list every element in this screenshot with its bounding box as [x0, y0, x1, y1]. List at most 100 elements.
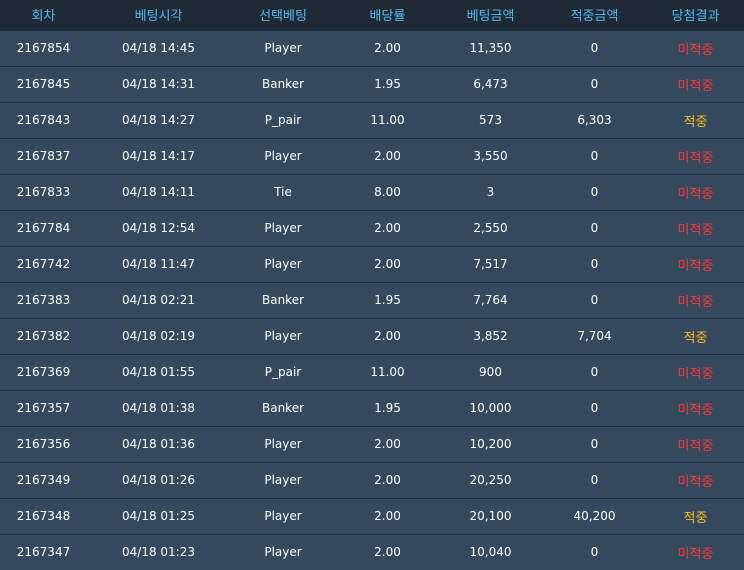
- cell-result: 미적중: [647, 425, 744, 462]
- cell-round: 2167383: [0, 281, 87, 318]
- cell-bet-amount: 7,764: [439, 281, 542, 318]
- cell-round: 2167837: [0, 137, 87, 174]
- cell-odds: 2.00: [336, 497, 439, 534]
- cell-selection: Player: [230, 317, 336, 354]
- cell-win-amount: 0: [542, 65, 647, 102]
- cell-bet-time: 04/18 14:45: [87, 29, 230, 66]
- table-row: 2167369 04/18 01:55 P_pair 11.00 900 0 미…: [0, 353, 744, 390]
- cell-win-amount: 0: [542, 389, 647, 426]
- table-row: 2167348 04/18 01:25 Player 2.00 20,100 4…: [0, 497, 744, 534]
- table-row: 2167833 04/18 14:11 Tie 8.00 3 0 미적중: [0, 173, 744, 210]
- table-row: 2167382 04/18 02:19 Player 2.00 3,852 7,…: [0, 317, 744, 354]
- cell-round: 2167369: [0, 353, 87, 390]
- cell-round: 2167382: [0, 317, 87, 354]
- cell-win-amount: 40,200: [542, 497, 647, 534]
- cell-round: 2167784: [0, 209, 87, 246]
- cell-selection: Player: [230, 497, 336, 534]
- table-row: 2167742 04/18 11:47 Player 2.00 7,517 0 …: [0, 245, 744, 282]
- cell-odds: 1.95: [336, 281, 439, 318]
- cell-selection: P_pair: [230, 353, 336, 390]
- cell-bet-time: 04/18 14:31: [87, 65, 230, 102]
- cell-bet-time: 04/18 14:17: [87, 137, 230, 174]
- cell-result: 미적중: [647, 533, 744, 570]
- table-row: 2167349 04/18 01:26 Player 2.00 20,250 0…: [0, 461, 744, 498]
- cell-round: 2167742: [0, 245, 87, 282]
- cell-win-amount: 0: [542, 281, 647, 318]
- cell-win-amount: 0: [542, 533, 647, 570]
- cell-win-amount: 0: [542, 29, 647, 66]
- table-row: 2167784 04/18 12:54 Player 2.00 2,550 0 …: [0, 209, 744, 246]
- cell-result: 미적중: [647, 209, 744, 246]
- cell-round: 2167348: [0, 497, 87, 534]
- header-selection: 선택베팅: [259, 9, 307, 25]
- cell-odds: 2.00: [336, 533, 439, 570]
- table-row: 2167845 04/18 14:31 Banker 1.95 6,473 0 …: [0, 65, 744, 102]
- cell-selection: P_pair: [230, 101, 336, 138]
- cell-result: 적중: [647, 497, 744, 534]
- cell-bet-time: 04/18 01:36: [87, 425, 230, 462]
- cell-result: 미적중: [647, 389, 744, 426]
- cell-result: 적중: [647, 317, 744, 354]
- table-row: 2167357 04/18 01:38 Banker 1.95 10,000 0…: [0, 389, 744, 426]
- cell-bet-time: 04/18 01:38: [87, 389, 230, 426]
- cell-bet-time: 04/18 01:55: [87, 353, 230, 390]
- header-odds: 배당률: [369, 9, 406, 25]
- cell-odds: 11.00: [336, 101, 439, 138]
- cell-bet-amount: 11,350: [439, 29, 542, 66]
- cell-bet-time: 04/18 02:21: [87, 281, 230, 318]
- cell-bet-amount: 6,473: [439, 65, 542, 102]
- cell-odds: 2.00: [336, 137, 439, 174]
- header-result: 당첨결과: [671, 9, 720, 25]
- header-round: 회차: [31, 9, 56, 25]
- cell-bet-amount: 20,250: [439, 461, 542, 498]
- cell-bet-time: 04/18 14:11: [87, 173, 230, 210]
- cell-bet-time: 04/18 01:23: [87, 533, 230, 570]
- cell-odds: 8.00: [336, 173, 439, 210]
- cell-win-amount: 7,704: [542, 317, 647, 354]
- table-row: 2167843 04/18 14:27 P_pair 11.00 573 6,3…: [0, 101, 744, 138]
- cell-result: 미적중: [647, 353, 744, 390]
- cell-bet-amount: 7,517: [439, 245, 542, 282]
- cell-win-amount: 0: [542, 425, 647, 462]
- table-row: 2167854 04/18 14:45 Player 2.00 11,350 0…: [0, 29, 744, 66]
- cell-round: 2167843: [0, 101, 87, 138]
- cell-selection: Player: [230, 137, 336, 174]
- cell-result: 미적중: [647, 137, 744, 174]
- header-bet-amount: 베팅금액: [466, 9, 515, 25]
- cell-selection: Player: [230, 461, 336, 498]
- cell-bet-amount: 20,100: [439, 497, 542, 534]
- cell-odds: 1.95: [336, 65, 439, 102]
- table-row: 2167356 04/18 01:36 Player 2.00 10,200 0…: [0, 425, 744, 462]
- cell-bet-time: 04/18 02:19: [87, 317, 230, 354]
- cell-round: 2167854: [0, 29, 87, 66]
- cell-odds: 2.00: [336, 425, 439, 462]
- cell-selection: Player: [230, 425, 336, 462]
- cell-bet-time: 04/18 01:25: [87, 497, 230, 534]
- cell-bet-time: 04/18 11:47: [87, 245, 230, 282]
- cell-bet-time: 04/18 01:26: [87, 461, 230, 498]
- cell-selection: Player: [230, 533, 336, 570]
- cell-selection: Player: [230, 245, 336, 282]
- cell-selection: Banker: [230, 65, 336, 102]
- cell-win-amount: 0: [542, 173, 647, 210]
- cell-selection: Player: [230, 209, 336, 246]
- cell-bet-amount: 573: [439, 101, 542, 138]
- table-row: 2167347 04/18 01:23 Player 2.00 10,040 0…: [0, 533, 744, 570]
- cell-odds: 2.00: [336, 461, 439, 498]
- cell-win-amount: 0: [542, 245, 647, 282]
- cell-bet-amount: 3: [439, 173, 542, 210]
- cell-round: 2167833: [0, 173, 87, 210]
- cell-win-amount: 0: [542, 209, 647, 246]
- cell-result: 미적중: [647, 245, 744, 282]
- cell-result: 적중: [647, 101, 744, 138]
- cell-round: 2167845: [0, 65, 87, 102]
- cell-bet-amount: 900: [439, 353, 542, 390]
- header-win-amount: 적중금액: [570, 9, 619, 25]
- cell-win-amount: 0: [542, 461, 647, 498]
- table-row: 2167837 04/18 14:17 Player 2.00 3,550 0 …: [0, 137, 744, 174]
- cell-selection: Player: [230, 29, 336, 66]
- table-header: 회차 베팅시각 선택베팅 배당률 베팅금액 적중금액 당첨결과: [0, 0, 744, 30]
- table-body: 2167854 04/18 14:45 Player 2.00 11,350 0…: [0, 29, 744, 570]
- cell-round: 2167347: [0, 533, 87, 570]
- cell-result: 미적중: [647, 65, 744, 102]
